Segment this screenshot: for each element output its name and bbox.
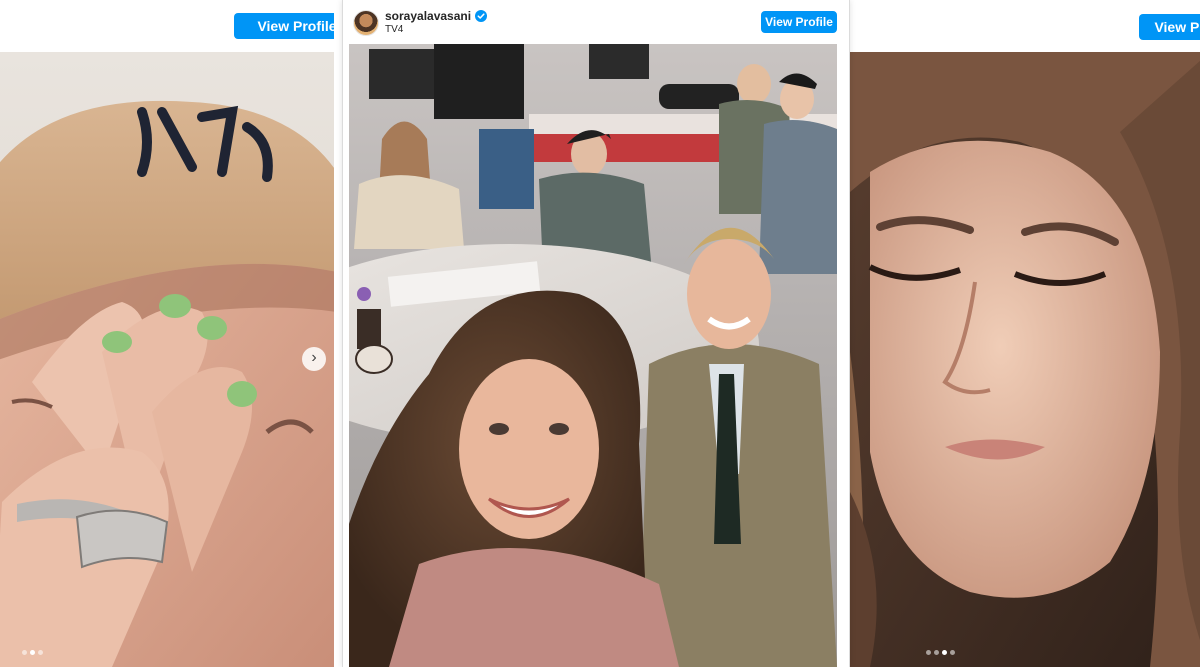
profile-avatar[interactable] xyxy=(353,10,379,36)
next-slide-arrow-icon[interactable]: › xyxy=(302,347,326,371)
post-location[interactable]: TV4 xyxy=(385,24,403,35)
post-username[interactable]: sorayalavasani xyxy=(385,9,471,23)
right-carousel-dots xyxy=(926,650,955,655)
left-post-photo[interactable] xyxy=(0,52,334,667)
carousel-dot xyxy=(926,650,931,655)
username-row: sorayalavasani xyxy=(385,9,488,23)
center-view-profile-button[interactable]: View Profile xyxy=(761,11,837,33)
center-post-photo[interactable] xyxy=(349,44,837,667)
carousel-dot xyxy=(934,650,939,655)
left-carousel-dots xyxy=(22,650,43,655)
hand-covering-face-photo xyxy=(0,52,334,667)
instagram-embeds-strip: View Profile › sorayalavasani TV4 View P… xyxy=(0,0,1200,667)
right-post-header: View Profile xyxy=(850,0,1200,44)
right-post-photo[interactable] xyxy=(850,52,1200,667)
carousel-dot-active xyxy=(30,650,35,655)
carousel-dot xyxy=(22,650,27,655)
tv-studio-selfie-photo xyxy=(349,44,837,667)
carousel-dot-active xyxy=(942,650,947,655)
carousel-dot xyxy=(38,650,43,655)
left-view-profile-button[interactable]: View Profile xyxy=(234,13,334,39)
closeup-portrait-photo xyxy=(850,52,1200,667)
carousel-dot xyxy=(950,650,955,655)
right-view-profile-button[interactable]: View Profile xyxy=(1139,14,1200,40)
right-post-card: View Profile xyxy=(850,0,1200,667)
center-post-card: sorayalavasani TV4 View Profile xyxy=(342,0,850,667)
verified-badge-icon xyxy=(475,10,488,22)
left-post-header: View Profile xyxy=(0,0,334,44)
left-post-card: View Profile › xyxy=(0,0,334,667)
center-post-header: sorayalavasani TV4 View Profile xyxy=(343,0,849,44)
